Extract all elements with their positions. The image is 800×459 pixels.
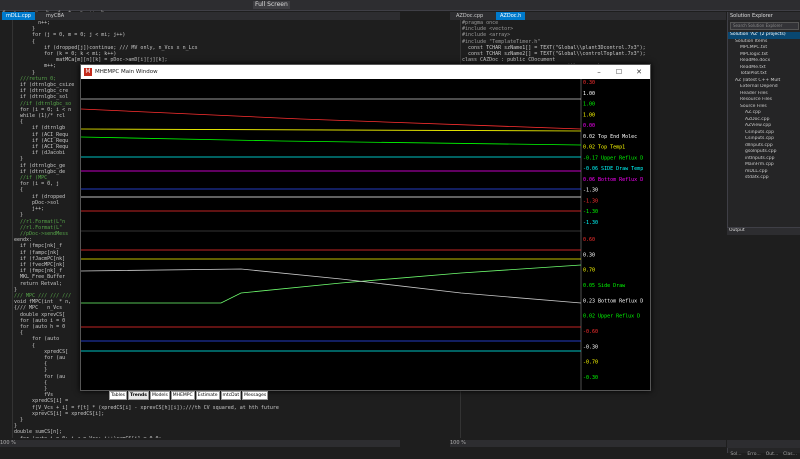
trend-label: 0.05 Side Draw — [583, 283, 626, 289]
maximize-icon[interactable]: ☐ — [609, 65, 629, 79]
tab-mdll-cpp[interactable]: mDLL.cpp — [2, 12, 35, 20]
app-titlebar: M MHEMPC Main Window – ☐ ✕ — [81, 65, 650, 79]
mid-editor-tabs: AZDoc.cpp AZDoc.h — [450, 12, 726, 20]
explorer-bottom-tab[interactable]: Erro... — [745, 451, 763, 459]
trend-label: 0.60 — [583, 237, 595, 243]
trend-label: 1.00 — [583, 112, 595, 118]
trend-label: -1.30 — [583, 209, 598, 215]
app-tab-trends[interactable]: Trends — [127, 391, 149, 400]
output-title: Output — [727, 228, 800, 235]
code-line: for (auto i = 0; i < n_Vcs; i++)sumCS[i]… — [14, 436, 400, 438]
output-pane: Output — [727, 227, 800, 448]
explorer-bottom-tab[interactable]: Clas... — [781, 451, 799, 459]
trend-label: -0.06 SIDE Draw Temp — [583, 166, 643, 172]
minimize-icon[interactable]: – — [589, 65, 609, 79]
trend-label: 0.02 Top End Molec — [583, 134, 637, 140]
trend-label: 1.00 — [583, 91, 595, 97]
solution-search-input[interactable]: Search Solution Explorer — [730, 22, 799, 30]
app-tab-messages[interactable]: Messages — [242, 391, 269, 400]
trend-label: 0.70 — [583, 268, 595, 274]
tab-azdoc-cpp[interactable]: AZDoc.cpp — [452, 12, 487, 20]
tree-item[interactable]: stdafx.cpp — [728, 175, 800, 182]
explorer-bottom-tab[interactable]: Sol... — [727, 451, 745, 459]
trend-label: -1.30 — [583, 188, 598, 194]
app-tab-models[interactable]: Models — [149, 391, 170, 400]
trend-label: 0.02 Upper Reflux D — [583, 314, 640, 320]
trend-label: 0.30 — [583, 252, 595, 258]
trend-label: 1.00 — [583, 102, 595, 108]
trend-label: 0.06 Bottom Reflux D — [583, 177, 643, 183]
explorer-bottom-tab[interactable]: Out... — [763, 451, 781, 459]
app-title: MHEMPC Main Window — [95, 69, 158, 75]
mhempc-main-window: M MHEMPC Main Window – ☐ ✕ 0.30 1.00 1.00 1… — [80, 64, 651, 400]
solution-tree: Solution 'AZ' (2 projects) Solution Items… — [728, 32, 800, 182]
trends-plot: 0.30 1.00 1.00 1.00 0.00 0.02 Top End Molec 0.… — [81, 79, 643, 390]
trend-label: 0.30 — [583, 80, 595, 86]
trend-label: -0.17 Upper Reflux D — [583, 155, 643, 161]
trend-label: 0.23 Bottom Reflux D — [583, 298, 643, 304]
left-editor-tabs: mDLL.cpp myCBA — [0, 12, 400, 20]
app-tab-mtcdat[interactable]: mtcDat — [220, 391, 242, 400]
tab-mycba[interactable]: myCBA — [42, 12, 68, 20]
mid-status: 100 % — [450, 440, 726, 447]
close-icon[interactable]: ✕ — [629, 65, 649, 79]
app-tab-bar: Tables Trends Models MHEMPC Estimate mtcDat Me… — [109, 381, 269, 400]
full-screen-button[interactable]: Full Screen — [253, 1, 290, 9]
trend-label: -1.30 — [583, 220, 598, 226]
tab-azdoc-h[interactable]: AZDoc.h — [496, 12, 526, 20]
app-logo-icon: M — [84, 68, 92, 76]
trend-label: -0.30 — [583, 375, 598, 381]
app-tab-mhempc[interactable]: MHEMPC — [170, 391, 195, 400]
solution-explorer-title: Solution Explorer — [728, 12, 800, 20]
trend-label: -0.60 — [583, 329, 598, 335]
trend-label: 0.00 — [583, 123, 595, 129]
left-status: 100 % — [0, 440, 400, 447]
left-gutter — [0, 20, 13, 438]
trend-label: -0.70 — [583, 360, 598, 366]
explorer-bottom-tabs: Sol... Erro... Out... Clas... — [727, 440, 800, 457]
trend-label: -1.30 — [583, 198, 598, 204]
ide-toolbar: fevpbdtrwh — [0, 0, 800, 17]
trend-label: -0.30 — [583, 344, 598, 350]
app-tab-tables[interactable]: Tables — [109, 391, 127, 400]
trend-label: 0.02 Top Temp1 — [583, 145, 625, 151]
app-tab-estimate[interactable]: Estimate — [195, 391, 220, 400]
plot-background — [81, 79, 581, 390]
